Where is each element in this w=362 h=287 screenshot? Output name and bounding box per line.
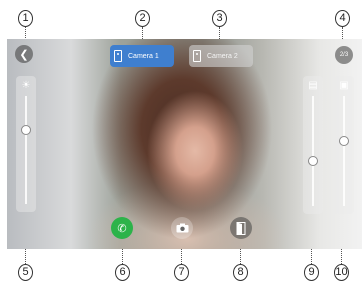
monitor-screen: ❮ Camera 1 Camera 2 2/3 ☀ ▤ ▣ ✆ [7,39,362,249]
brightness-knob[interactable] [21,125,31,136]
callout-2: 2 [135,10,150,27]
picture-icon: ▣ [339,80,349,91]
camera-device-icon [193,50,201,62]
tab-camera-1[interactable]: Camera 1 [110,45,174,67]
back-button[interactable]: ❮ [15,45,33,63]
contrast-track [343,96,345,206]
callout-7: 7 [174,264,189,281]
brightness-icon: ☀ [21,80,31,91]
door-icon [236,221,246,235]
unlock-button[interactable] [230,217,252,239]
phone-icon: ✆ [117,222,127,235]
callout-5: 5 [18,264,33,281]
tab-camera-2-label: Camera 2 [207,52,238,60]
contrast-slider[interactable]: ▣ [334,76,354,214]
callout-8: 8 [233,264,248,281]
brightness-track [25,96,27,204]
snapshot-button[interactable] [171,217,193,239]
callout-6: 6 [115,264,130,281]
call-button[interactable]: ✆ [111,217,133,239]
callout-9: 9 [304,264,319,281]
callout-3: 3 [212,10,227,27]
callout-4: 4 [335,10,350,27]
callout-1: 1 [18,10,33,27]
volume-track [312,96,314,206]
volume-slider[interactable]: ▤ [303,76,323,214]
camera-device-icon [114,50,122,62]
back-arrow-icon: ❮ [19,48,29,61]
channel-indicator-text: 2/3 [339,52,349,58]
contrast-knob[interactable] [339,136,349,146]
tab-camera-1-label: Camera 1 [128,52,159,60]
channel-indicator: 2/3 [335,46,353,64]
camera-icon [176,223,188,233]
brightness-slider[interactable]: ☀ [16,76,36,212]
tab-camera-2[interactable]: Camera 2 [189,45,253,67]
volume-knob[interactable] [308,156,318,166]
callout-10: 10 [334,264,349,281]
volume-icon: ▤ [308,80,318,91]
